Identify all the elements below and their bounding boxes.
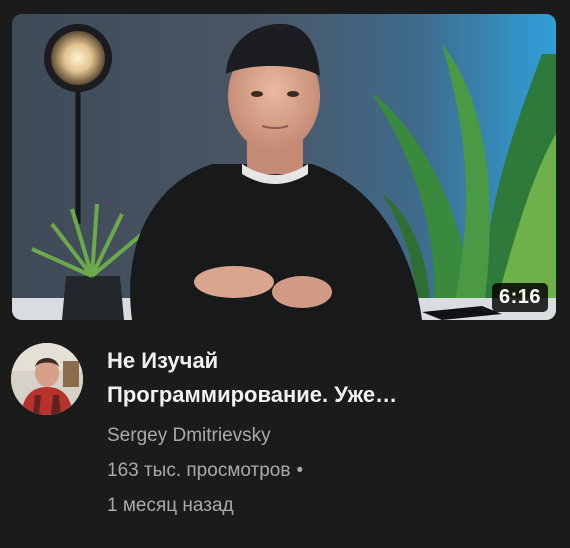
separator-dot: • — [296, 460, 304, 481]
video-title[interactable]: Не Изучай Программирование. Уже… — [107, 344, 547, 412]
video-title-line-2: Программирование. Уже… — [107, 382, 398, 407]
video-card[interactable]: 6:16 Не Изучай Программирование. Уже… Se… — [0, 0, 570, 548]
upload-age: 1 месяц назад — [107, 495, 234, 516]
view-count: 163 тыс. просмотров — [107, 460, 291, 481]
video-meta: Не Изучай Программирование. Уже… Sergey … — [107, 344, 547, 520]
view-count-row: 163 тыс. просмотров • — [107, 457, 547, 485]
video-title-line-1: Не Изучай — [107, 348, 219, 373]
video-thumbnail[interactable]: 6:16 — [12, 14, 556, 320]
thumbnail-image — [12, 14, 556, 320]
avatar-image — [11, 343, 83, 415]
channel-avatar[interactable] — [11, 343, 83, 415]
duration-badge: 6:16 — [491, 283, 548, 312]
channel-name[interactable]: Sergey Dmitrievsky — [107, 422, 547, 450]
